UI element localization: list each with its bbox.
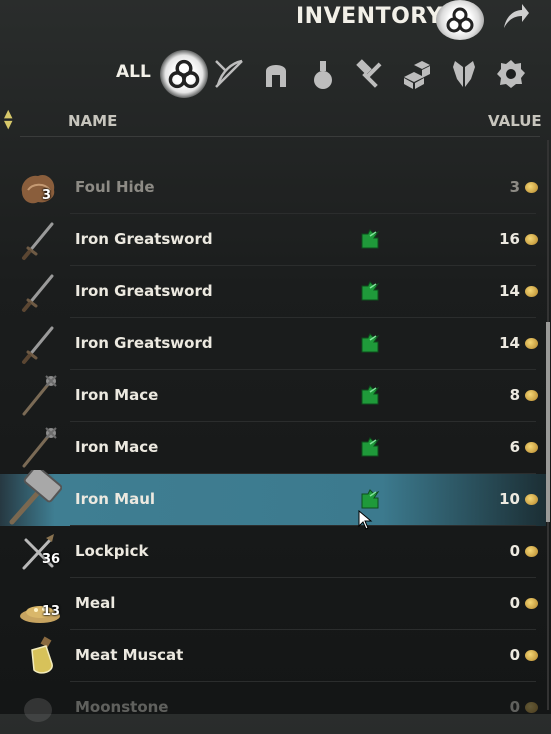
- gold-coin-icon: [525, 702, 538, 713]
- item-value: 0: [509, 542, 520, 560]
- inventory-row[interactable]: Iron Greatsword 14: [0, 266, 546, 318]
- item-name: Lockpick: [75, 542, 149, 560]
- item-value: 14: [499, 282, 520, 300]
- greatsword-icon: [16, 218, 62, 262]
- gold-coin-icon: [525, 286, 538, 297]
- item-value: 0: [509, 698, 520, 716]
- gold-coin-icon: [525, 598, 538, 609]
- item-name: Moonstone: [75, 698, 169, 716]
- filter-bar: ALL: [0, 48, 551, 98]
- mace-icon: [16, 374, 62, 418]
- gold-coin-icon: [525, 338, 538, 349]
- item-value: 16: [499, 230, 520, 248]
- inventory-row[interactable]: Iron Greatsword 14: [0, 318, 546, 370]
- item-name: Foul Hide: [75, 178, 155, 196]
- gold-coin-icon: [525, 442, 538, 453]
- stolen-item-icon: [360, 436, 380, 458]
- inventory-row[interactable]: Iron Maul 10: [0, 465, 546, 526]
- inventory-row[interactable]: Meat Muscat 0: [0, 630, 546, 682]
- filter-furnishings-button[interactable]: [397, 54, 437, 94]
- mace-icon: [16, 426, 62, 470]
- scrollbar-thumb[interactable]: [546, 322, 550, 522]
- item-name: Iron Maul: [75, 490, 156, 508]
- filter-weapons-button[interactable]: [209, 54, 249, 94]
- item-quantity: 36: [42, 552, 61, 567]
- quest-items-icon: [453, 61, 475, 87]
- gold-coin-icon: [525, 650, 538, 661]
- gold-coin-icon: [525, 182, 538, 193]
- gold-coin-icon: [525, 234, 538, 245]
- mouse-cursor-icon: [358, 509, 374, 534]
- filter-quest-items-button[interactable]: [444, 54, 484, 94]
- stolen-item-icon: [360, 384, 380, 406]
- apparel-icon: [266, 65, 286, 87]
- greatsword-icon: [16, 322, 62, 366]
- item-name: Iron Greatsword: [75, 334, 213, 352]
- page-title: INVENTORY: [296, 4, 443, 29]
- item-value: 8: [509, 386, 520, 404]
- inventory-row[interactable]: Iron Greatsword 16: [0, 214, 546, 266]
- item-name: Iron Mace: [75, 438, 159, 456]
- item-name: Iron Mace: [75, 386, 159, 404]
- filter-apparel-button[interactable]: [256, 54, 296, 94]
- filter-consumables-button[interactable]: [303, 54, 343, 94]
- item-value: 14: [499, 334, 520, 352]
- item-value: 10: [499, 490, 520, 508]
- hide-icon: [16, 166, 62, 210]
- greatsword-icon: [16, 270, 62, 314]
- inventory-row[interactable]: Iron Mace 8: [0, 370, 546, 422]
- item-quantity: 13: [42, 604, 61, 619]
- gold-coin-icon: [525, 390, 538, 401]
- inventory-row[interactable]: 36 Lockpick 0: [0, 526, 546, 578]
- inventory-category-button[interactable]: [436, 0, 484, 40]
- stolen-item-icon: [360, 280, 380, 302]
- moonstone-icon: [16, 686, 62, 730]
- filter-all-label: ALL: [116, 62, 151, 82]
- inventory-row[interactable]: Iron Mace 6: [0, 422, 546, 474]
- stolen-item-icon: [360, 332, 380, 354]
- filter-all-button[interactable]: [160, 50, 208, 98]
- stolen-item-icon: [360, 488, 380, 510]
- filter-crafting-button[interactable]: [350, 54, 390, 94]
- inventory-row[interactable]: 3 Foul Hide 3: [0, 162, 546, 214]
- gold-coin-icon: [525, 494, 538, 505]
- item-name: Meat Muscat: [75, 646, 184, 664]
- item-name: Iron Greatsword: [75, 230, 213, 248]
- junk-icon: [497, 60, 525, 88]
- potion-bottle-icon: [16, 634, 62, 678]
- maul-icon: [6, 465, 63, 525]
- item-value: 3: [509, 178, 520, 196]
- item-name: Iron Greatsword: [75, 282, 213, 300]
- list-item-partial: [0, 118, 546, 162]
- item-value: 6: [509, 438, 520, 456]
- item-value: 0: [509, 594, 520, 612]
- inventory-row[interactable]: 13 Meal 0: [0, 578, 546, 630]
- triquetra-icon: [446, 7, 474, 33]
- crafting-icon: [356, 59, 382, 88]
- filter-junk-button[interactable]: [491, 54, 531, 94]
- weapons-icon: [215, 59, 243, 88]
- item-name: Meal: [75, 594, 116, 612]
- furnishings-icon: [404, 61, 430, 89]
- gold-coin-icon: [525, 546, 538, 557]
- back-arrow-icon[interactable]: [500, 2, 530, 34]
- all-items-icon: [168, 59, 200, 89]
- inventory-row[interactable]: Moonstone 0: [0, 682, 546, 734]
- item-quantity: 3: [42, 188, 52, 203]
- item-value: 0: [509, 646, 520, 664]
- stolen-item-icon: [360, 228, 380, 250]
- consumables-icon: [314, 61, 332, 89]
